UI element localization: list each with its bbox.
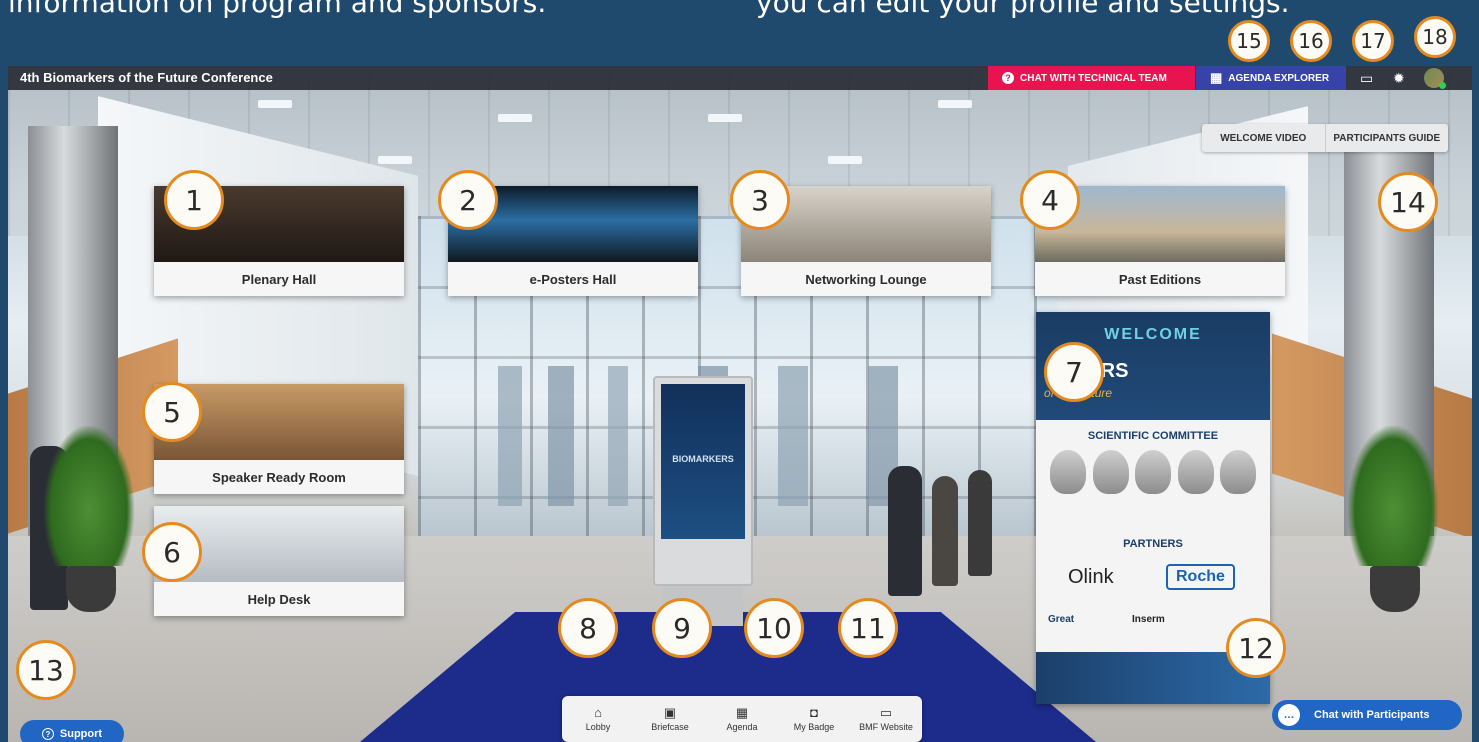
marker-5: 5 — [142, 382, 202, 442]
marker-10: 10 — [744, 598, 804, 658]
marker-18: 18 — [1414, 16, 1456, 58]
nav-label: BMF Website — [859, 722, 913, 732]
potted-plant — [44, 426, 134, 566]
room-label: e-Posters Hall — [448, 262, 698, 296]
ceiling-light — [828, 156, 862, 164]
lobby-kiosk[interactable]: BIOMARKERS — [653, 376, 753, 586]
committee-member-photo — [1050, 450, 1086, 494]
partner-logo-olink: Olink — [1068, 566, 1114, 588]
nav-lobby[interactable]: ⌂ Lobby — [562, 696, 634, 742]
marker-4: 4 — [1020, 170, 1080, 230]
briefcase-icon: ▣ — [663, 705, 677, 720]
scientific-committee-heading: SCIENTIFIC COMMITTEE — [1087, 430, 1219, 442]
committee-member-photo — [1177, 450, 1214, 494]
marker-16: 16 — [1290, 20, 1332, 62]
partner-logo-roche: Roche — [1166, 564, 1235, 590]
potted-plant — [1348, 426, 1438, 566]
credit-card-icon[interactable]: ▭ — [1360, 69, 1373, 87]
gear-icon[interactable]: ✹ — [1393, 69, 1405, 87]
room-label: Networking Lounge — [741, 262, 991, 296]
chat-bubble-icon: … — [1278, 704, 1300, 726]
room-label: Plenary Hall — [154, 262, 404, 296]
help-icon: ? — [41, 728, 54, 740]
nav-bmf-website[interactable]: ▭ BMF Website — [850, 696, 922, 742]
help-icon: ? — [1002, 72, 1014, 84]
agenda-explorer-button[interactable]: ▦ AGENDA EXPLORER — [1196, 66, 1346, 90]
ceiling-light — [498, 114, 532, 122]
marker-9: 9 — [652, 598, 712, 658]
chat-with-technical-team-button[interactable]: ? CHAT WITH TECHNICAL TEAM — [988, 66, 1195, 90]
conference-title: 4th Biomarkers of the Future Conference — [20, 70, 273, 85]
participants-guide-button[interactable]: PARTICIPANTS GUIDE — [1324, 124, 1449, 152]
nav-briefcase[interactable]: ▣ Briefcase — [634, 696, 706, 742]
guide-button-group: WELCOME VIDEO PARTICIPANTS GUIDE — [1202, 124, 1448, 152]
nav-label: My Badge — [793, 722, 835, 732]
marker-8: 8 — [558, 598, 618, 658]
chat-with-participants-button[interactable]: … Chat with Participants — [1272, 700, 1462, 730]
caption-left-text: information on program and sponsors. — [8, 0, 547, 19]
nav-label: Agenda — [726, 722, 758, 732]
plant-pot — [1370, 566, 1420, 612]
marker-13: 13 — [16, 640, 76, 700]
top-header: 4th Biomarkers of the Future Conference … — [8, 66, 1472, 90]
marker-6: 6 — [142, 522, 202, 582]
support-button[interactable]: ? Support — [20, 720, 124, 742]
chat-participants-label: Chat with Participants — [1314, 709, 1430, 721]
caption-right-text: you can edit your profile and settings. — [756, 0, 1290, 19]
nav-my-badge[interactable]: ◘ My Badge — [778, 696, 850, 742]
marker-2: 2 — [438, 170, 498, 230]
room-label: Help Desk — [154, 582, 404, 616]
committee-member-photo — [1220, 450, 1256, 494]
marker-11: 11 — [838, 598, 898, 658]
nav-label: Briefcase — [651, 722, 689, 732]
kiosk-screen: BIOMARKERS — [661, 384, 745, 539]
ceiling-light — [378, 156, 412, 164]
marker-12: 12 — [1226, 618, 1286, 678]
nav-agenda[interactable]: ▦ Agenda — [706, 696, 778, 742]
nav-label: Lobby — [585, 722, 611, 732]
marker-15: 15 — [1228, 20, 1270, 62]
committee-member-photo — [1092, 450, 1129, 494]
marker-17: 17 — [1352, 20, 1394, 62]
plant-pot — [66, 566, 116, 612]
bottom-navigation: ⌂ Lobby ▣ Briefcase ▦ Agenda ◘ My Badge … — [562, 696, 922, 742]
ceiling-light — [258, 100, 292, 108]
person-figure — [932, 476, 958, 586]
marker-14: 14 — [1378, 172, 1438, 232]
chat-tech-label: CHAT WITH TECHNICAL TEAM — [1020, 72, 1167, 84]
room-label: Speaker Ready Room — [154, 460, 404, 494]
website-icon: ▭ — [879, 705, 893, 720]
welcome-video-button[interactable]: WELCOME VIDEO — [1202, 124, 1325, 152]
virtual-lobby-app: BIOMARKERS 4th Biomarkers of the Future … — [8, 66, 1472, 742]
ceiling-light — [708, 114, 742, 122]
home-icon: ⌂ — [594, 705, 602, 720]
badge-icon: ◘ — [810, 705, 818, 720]
partner-logo-inserm: Inserm — [1132, 614, 1165, 625]
partner-logo-great: Great — [1048, 614, 1075, 625]
marker-1: 1 — [164, 170, 224, 230]
person-figure — [968, 470, 992, 576]
support-label: Support — [59, 728, 103, 740]
partners-heading: PARTNERS — [1123, 538, 1183, 550]
person-figure — [888, 466, 922, 596]
calendar-icon: ▦ — [1210, 70, 1223, 85]
calendar-icon: ▦ — [735, 705, 749, 720]
room-label: Past Editions — [1035, 262, 1285, 296]
ceiling-light — [938, 100, 972, 108]
marker-7: 7 — [1044, 342, 1104, 402]
agenda-explorer-label: AGENDA EXPLORER — [1228, 72, 1330, 84]
committee-member-photo — [1135, 450, 1171, 494]
marker-3: 3 — [730, 170, 790, 230]
committee-photos — [1050, 450, 1256, 500]
online-status-dot — [1439, 82, 1446, 89]
